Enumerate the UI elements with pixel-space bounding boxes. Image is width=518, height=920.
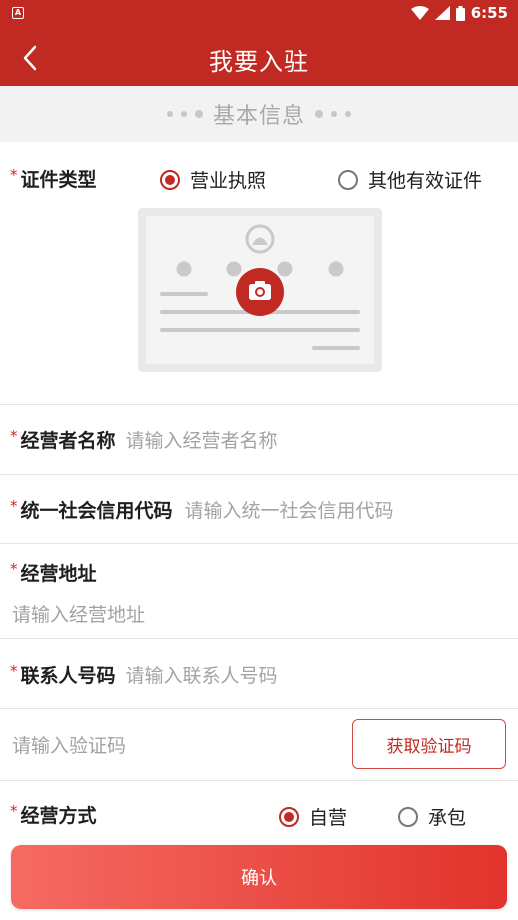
cert-option-label: 营业执照	[190, 170, 267, 192]
required-mark: *	[10, 662, 18, 680]
business-mode-label: 经营方式	[20, 804, 97, 827]
dot-icon	[345, 111, 351, 117]
divider	[0, 780, 518, 781]
system-indicators: 6:55	[410, 4, 508, 22]
radio-checked-icon	[279, 806, 299, 827]
status-bar: A 6:55	[0, 0, 518, 28]
cert-option-business-license[interactable]: 营业执照	[160, 166, 266, 193]
app-header: 我要入驻	[0, 28, 518, 86]
dot-icon	[180, 111, 187, 117]
required-mark: *	[10, 560, 18, 578]
required-mark: *	[10, 166, 18, 184]
credit-code-row: * 统一社会信用代码 请输入统一社会信用代码	[0, 475, 518, 543]
mode-option-self[interactable]: 自营	[279, 803, 347, 830]
radio-unchecked-icon	[338, 169, 358, 190]
confirm-button[interactable]: 确认	[11, 845, 507, 909]
divider	[0, 708, 518, 709]
cert-type-label: 证件类型	[20, 168, 97, 191]
radio-unchecked-icon	[398, 806, 418, 827]
operator-name-row: * 经营者名称 请输入经营者名称	[0, 405, 518, 473]
cert-option-label: 其他有效证件	[368, 170, 483, 192]
section-header: 基本信息	[0, 86, 518, 142]
wifi-icon	[410, 6, 429, 20]
mode-option-label: 自营	[309, 807, 348, 829]
dot-icon	[331, 111, 337, 117]
section-dots-right	[315, 110, 351, 118]
dot-icon	[315, 110, 323, 118]
page-title: 我要入驻	[209, 48, 309, 76]
contact-phone-row: * 联系人号码 请输入联系人号码	[0, 640, 518, 708]
address-label-row: * 经营地址	[0, 556, 518, 588]
address-input[interactable]: 请输入经营地址	[12, 600, 145, 627]
cert-option-other[interactable]: 其他有效证件	[338, 166, 482, 193]
verification-code-input[interactable]: 请输入验证码	[12, 731, 126, 758]
operator-name-input[interactable]: 请输入经营者名称	[126, 426, 278, 453]
notification-app-icon: A	[12, 7, 24, 19]
section-title: 基本信息	[212, 104, 305, 129]
radio-checked-icon	[160, 169, 180, 190]
camera-icon[interactable]	[235, 267, 285, 317]
contact-phone-input[interactable]: 请输入联系人号码	[126, 661, 278, 688]
credit-code-input[interactable]: 请输入统一社会信用代码	[185, 496, 394, 523]
credit-code-label: 统一社会信用代码	[20, 499, 173, 522]
required-mark: *	[10, 497, 18, 515]
get-code-button[interactable]: 获取验证码	[352, 719, 506, 769]
address-input-row: 请输入经营地址	[0, 596, 518, 630]
status-time: 6:55	[470, 4, 508, 22]
address-label: 经营地址	[20, 562, 97, 585]
battery-icon	[455, 5, 465, 21]
divider	[0, 638, 518, 639]
mode-option-label: 承包	[428, 807, 467, 829]
section-dots-left	[166, 110, 203, 118]
divider	[0, 543, 518, 544]
license-upload-area[interactable]	[138, 208, 382, 372]
contact-phone-label: 联系人号码	[20, 664, 116, 687]
signal-icon	[434, 6, 450, 20]
operator-name-label: 经营者名称	[20, 429, 116, 452]
dot-icon	[194, 110, 203, 118]
dot-icon	[166, 111, 173, 117]
mode-option-contract[interactable]: 承包	[398, 803, 466, 830]
required-mark: *	[10, 427, 18, 445]
required-mark: *	[10, 802, 18, 820]
